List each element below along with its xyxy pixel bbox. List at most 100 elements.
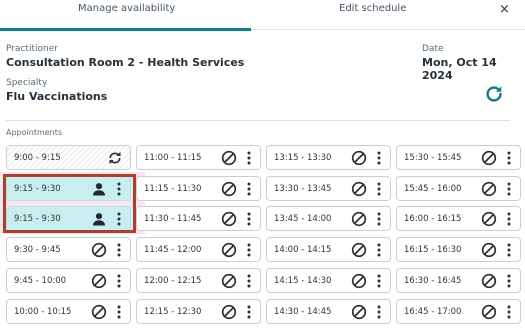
- tab-bar: Manage availability Edit schedule ×: [0, 0, 525, 31]
- block-icon[interactable]: [91, 273, 107, 289]
- slot-time: 15:45 - 16:00: [404, 184, 462, 194]
- block-icon[interactable]: [481, 242, 497, 258]
- appointment-slot[interactable]: 14:30 - 14:45: [266, 299, 391, 324]
- more-options-icon[interactable]: [247, 151, 251, 165]
- appointment-slot[interactable]: 15:45 - 16:00: [396, 176, 521, 201]
- block-icon[interactable]: [221, 273, 237, 289]
- appointment-slot[interactable]: 11:00 - 11:15: [136, 145, 261, 170]
- more-options-icon[interactable]: [507, 182, 511, 196]
- tab-divider: [251, 29, 525, 30]
- block-icon[interactable]: [351, 304, 367, 320]
- appointment-slot[interactable]: 15:30 - 15:45: [396, 145, 521, 170]
- more-options-icon[interactable]: [377, 243, 381, 257]
- block-icon[interactable]: [91, 242, 107, 258]
- block-icon[interactable]: [481, 181, 497, 197]
- block-icon[interactable]: [351, 242, 367, 258]
- more-options-icon[interactable]: [247, 243, 251, 257]
- block-icon[interactable]: [351, 211, 367, 227]
- slot-time: 16:30 - 16:45: [404, 276, 462, 286]
- more-options-icon[interactable]: [377, 305, 381, 319]
- appointment-slot[interactable]: 11:30 - 11:45: [136, 206, 261, 231]
- slot-time: 10:00 - 10:15: [14, 307, 72, 317]
- slot-time: 14:15 - 14:30: [274, 276, 332, 286]
- more-options-icon[interactable]: [377, 212, 381, 226]
- slot-time: 16:15 - 16:30: [404, 245, 462, 255]
- block-icon[interactable]: [221, 181, 237, 197]
- more-options-icon[interactable]: [507, 212, 511, 226]
- more-options-icon[interactable]: [247, 274, 251, 288]
- slot-time: 11:45 - 12:00: [144, 245, 202, 255]
- appointment-slot[interactable]: 9:45 - 10:00: [6, 268, 131, 293]
- more-options-icon[interactable]: [247, 212, 251, 226]
- close-icon[interactable]: ×: [499, 2, 510, 17]
- more-options-icon[interactable]: [507, 274, 511, 288]
- block-icon[interactable]: [221, 304, 237, 320]
- more-options-icon[interactable]: [507, 305, 511, 319]
- slot-time: 13:30 - 13:45: [274, 184, 332, 194]
- block-icon[interactable]: [351, 273, 367, 289]
- more-options-icon[interactable]: [117, 182, 121, 196]
- appointment-slot[interactable]: 14:15 - 14:30: [266, 268, 391, 293]
- slot-time: 14:30 - 14:45: [274, 307, 332, 317]
- tab-manage-availability[interactable]: Manage availability: [78, 3, 175, 14]
- appointment-slot[interactable]: 11:15 - 11:30: [136, 176, 261, 201]
- appointment-slot[interactable]: 11:45 - 12:00: [136, 237, 261, 262]
- slot-time: 9:15 - 9:30: [14, 214, 61, 224]
- more-options-icon[interactable]: [507, 151, 511, 165]
- tab-edit-schedule[interactable]: Edit schedule: [339, 3, 406, 14]
- more-options-icon[interactable]: [117, 243, 121, 257]
- block-icon[interactable]: [481, 304, 497, 320]
- more-options-icon[interactable]: [117, 212, 121, 226]
- appointment-slot[interactable]: 9:15 - 9:30: [6, 176, 131, 201]
- block-icon[interactable]: [481, 273, 497, 289]
- appointment-slot[interactable]: 13:15 - 13:30: [266, 145, 391, 170]
- appointment-slot[interactable]: 9:00 - 9:15: [6, 145, 131, 170]
- appointment-slot[interactable]: 16:00 - 16:15: [396, 206, 521, 231]
- appointment-slot[interactable]: 16:15 - 16:30: [396, 237, 521, 262]
- appointment-slot[interactable]: 9:15 - 9:30: [6, 206, 131, 231]
- appointment-slot[interactable]: 14:00 - 14:15: [266, 237, 391, 262]
- block-icon[interactable]: [221, 242, 237, 258]
- block-icon[interactable]: [351, 150, 367, 166]
- slot-time: 11:15 - 11:30: [144, 184, 202, 194]
- person-icon[interactable]: [91, 181, 107, 197]
- slot-time: 9:15 - 9:30: [14, 184, 61, 194]
- section-divider: [6, 120, 510, 121]
- appointments-label: Appointments: [6, 128, 63, 137]
- refresh-icon[interactable]: [483, 83, 505, 105]
- block-icon[interactable]: [481, 150, 497, 166]
- specialty-value: Flu Vaccinations: [6, 90, 108, 103]
- more-options-icon[interactable]: [117, 305, 121, 319]
- more-options-icon[interactable]: [377, 151, 381, 165]
- refresh-icon[interactable]: [107, 150, 123, 166]
- appointment-slot[interactable]: 13:45 - 14:00: [266, 206, 391, 231]
- slot-time: 14:00 - 14:15: [274, 245, 332, 255]
- slot-time: 9:00 - 9:15: [14, 153, 61, 163]
- slot-time: 13:45 - 14:00: [274, 214, 332, 224]
- more-options-icon[interactable]: [377, 274, 381, 288]
- appointment-slot[interactable]: 13:30 - 13:45: [266, 176, 391, 201]
- appointment-slot[interactable]: 10:00 - 10:15: [6, 299, 131, 324]
- block-icon[interactable]: [351, 181, 367, 197]
- appointment-slot[interactable]: 12:00 - 12:15: [136, 268, 261, 293]
- block-icon[interactable]: [91, 304, 107, 320]
- more-options-icon[interactable]: [507, 243, 511, 257]
- block-icon[interactable]: [221, 211, 237, 227]
- practitioner-value: Consultation Room 2 - Health Services: [6, 56, 245, 69]
- date-value: Mon, Oct 14 2024: [422, 56, 497, 82]
- appointment-slot[interactable]: 16:30 - 16:45: [396, 268, 521, 293]
- block-icon[interactable]: [221, 150, 237, 166]
- block-icon[interactable]: [481, 211, 497, 227]
- person-icon[interactable]: [91, 211, 107, 227]
- more-options-icon[interactable]: [247, 305, 251, 319]
- slot-time: 15:30 - 15:45: [404, 153, 462, 163]
- appointment-slot[interactable]: 9:30 - 9:45: [6, 237, 131, 262]
- appointment-slot[interactable]: 16:45 - 17:00: [396, 299, 521, 324]
- more-options-icon[interactable]: [117, 274, 121, 288]
- date-label: Date: [422, 44, 444, 54]
- slot-time: 11:00 - 11:15: [144, 153, 202, 163]
- more-options-icon[interactable]: [247, 182, 251, 196]
- appointment-slot[interactable]: 12:15 - 12:30: [136, 299, 261, 324]
- more-options-icon[interactable]: [377, 182, 381, 196]
- slot-time: 13:15 - 13:30: [274, 153, 332, 163]
